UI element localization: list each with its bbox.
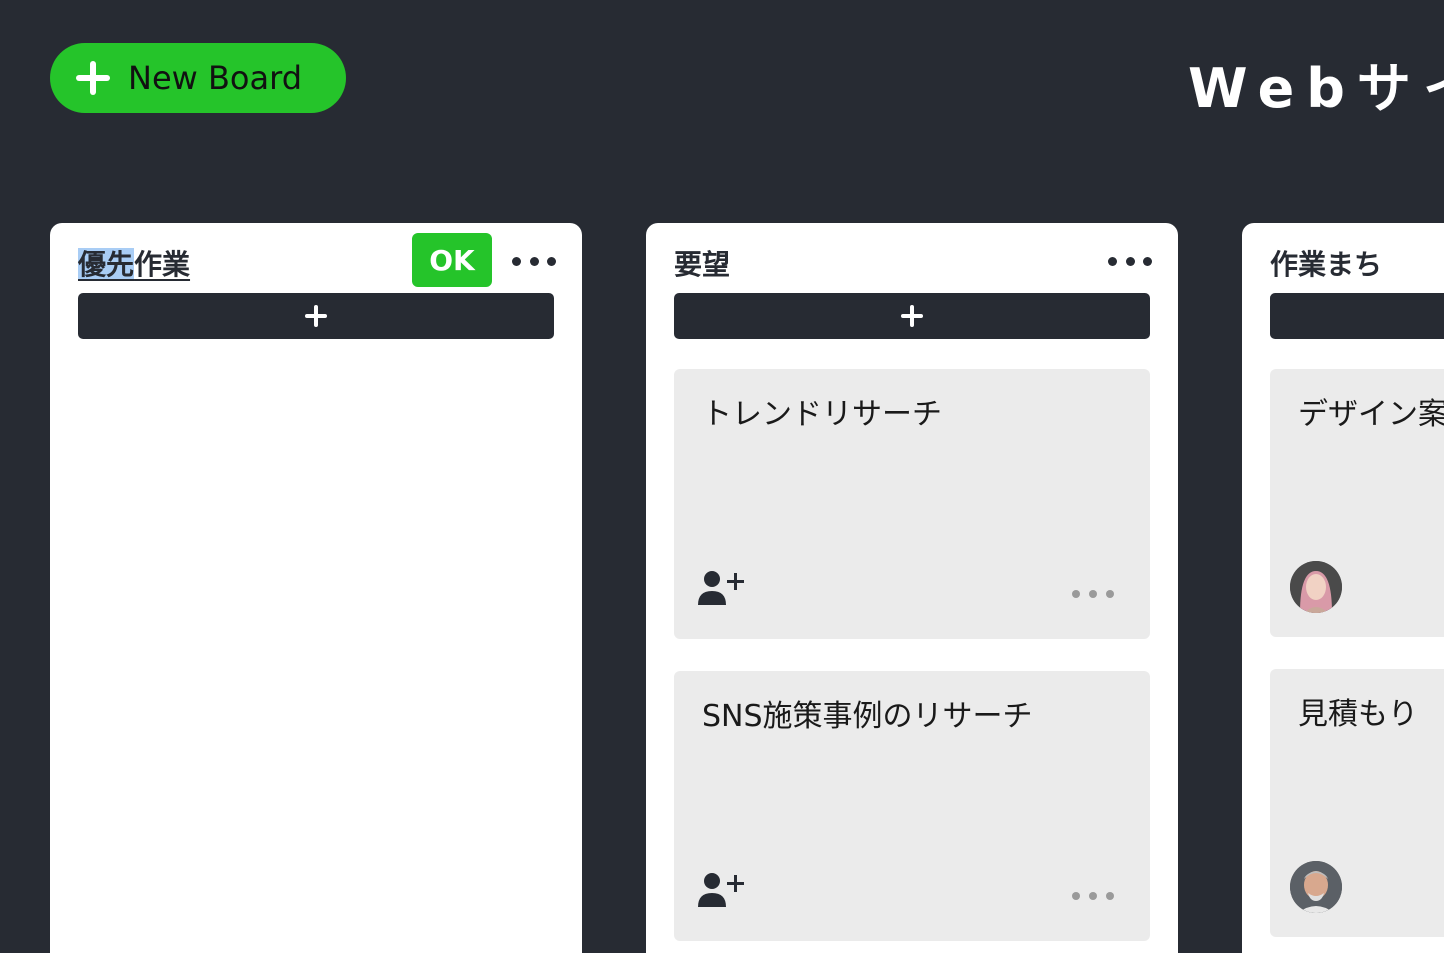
new-board-button[interactable]: New Board	[50, 43, 346, 113]
column-header: 要望	[674, 241, 730, 285]
add-user-icon[interactable]	[696, 569, 748, 609]
column-priority: 優先作業 OK	[50, 223, 582, 953]
card-title: トレンドリサーチ	[702, 397, 942, 432]
plus-icon	[305, 305, 327, 327]
plus-icon	[74, 59, 112, 97]
column-header: 優先作業	[78, 241, 190, 285]
avatar[interactable]	[1290, 561, 1342, 613]
card-title: 見積もり	[1298, 697, 1418, 732]
card[interactable]: トレンドリサーチ	[674, 369, 1150, 639]
board-title: Webサイ	[1188, 57, 1444, 120]
more-dots-icon[interactable]	[1108, 253, 1152, 269]
column-requests: 要望 トレンドリサーチ SNS施策事例のリサーチ	[646, 223, 1178, 953]
card-title: デザイン案	[1298, 397, 1444, 432]
add-card-button[interactable]	[78, 293, 554, 339]
card[interactable]: SNS施策事例のリサーチ	[674, 671, 1150, 941]
add-user-icon[interactable]	[696, 871, 748, 911]
column-title: 作業まち	[1270, 248, 1383, 281]
card-title: SNS施策事例のリサーチ	[702, 699, 1033, 734]
column-title-input[interactable]: 優先作業	[78, 243, 190, 283]
kanban-app: New Board Webサイ 優先作業 OK 要望 トレンドリサーチ	[0, 0, 1444, 953]
card-more-dots-icon[interactable]	[1072, 891, 1114, 901]
card[interactable]: デザイン案	[1270, 369, 1444, 637]
new-board-label: New Board	[128, 59, 303, 97]
add-card-button[interactable]	[674, 293, 1150, 339]
column-header: 作業まち	[1270, 241, 1382, 285]
more-dots-icon[interactable]	[512, 253, 556, 269]
card[interactable]: 見積もり	[1270, 669, 1444, 937]
column-title-selection: 優先	[78, 248, 135, 281]
column-title-rest: 作業	[134, 248, 191, 281]
confirm-title-button[interactable]: OK	[412, 233, 492, 287]
column-title: 要望	[674, 248, 731, 281]
column-waiting: 作業まち デザイン案 見積もり	[1242, 223, 1444, 953]
card-more-dots-icon[interactable]	[1072, 589, 1114, 599]
plus-icon	[901, 305, 923, 327]
avatar[interactable]	[1290, 861, 1342, 913]
add-card-button[interactable]	[1270, 293, 1444, 339]
